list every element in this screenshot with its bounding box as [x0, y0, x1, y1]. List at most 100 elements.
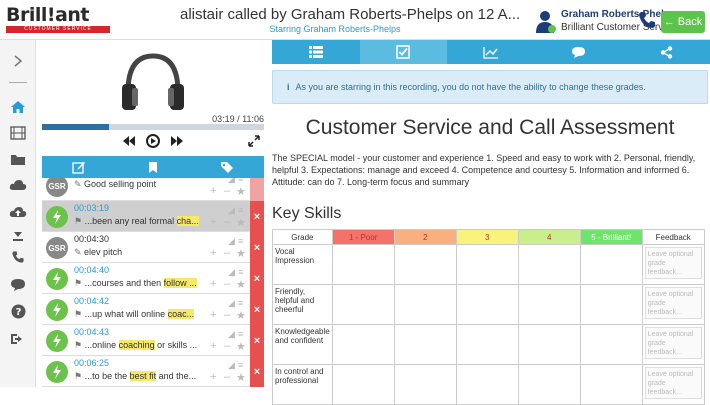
delete-clip-button[interactable]: × — [250, 201, 264, 232]
grade-cell[interactable] — [331, 364, 395, 405]
delete-clip-button[interactable]: × — [250, 294, 264, 325]
volume-icon[interactable]: ◢ — [228, 178, 235, 185]
cloud-upload-icon[interactable] — [8, 202, 28, 220]
grade-cell[interactable] — [331, 284, 395, 325]
clip-time[interactable]: 00:04:30 — [74, 234, 109, 244]
volume-icon[interactable]: ◢ — [228, 298, 235, 309]
list-icon[interactable]: ≡ — [238, 329, 243, 339]
clip-item[interactable]: 00:04:42 ⚑ ...up what will online coac...… — [42, 294, 264, 325]
delete-clip-button[interactable]: × — [250, 232, 264, 263]
play-icon[interactable] — [146, 134, 160, 148]
delete-clip-button[interactable]: × — [250, 325, 264, 356]
star-icon[interactable]: ★ — [236, 278, 246, 291]
grade-cell[interactable] — [393, 364, 457, 405]
star-icon[interactable]: ★ — [236, 371, 246, 384]
playback-progress-bar[interactable] — [42, 124, 264, 130]
plus-icon[interactable]: + — [210, 185, 216, 197]
feedback-input[interactable]: Leave optional grade feedback... — [644, 327, 702, 359]
grade-cell[interactable] — [455, 244, 519, 285]
grade-cell[interactable] — [393, 244, 457, 285]
download-icon[interactable] — [8, 228, 28, 246]
list-icon[interactable]: ≡ — [238, 178, 243, 184]
grade-cell[interactable] — [331, 324, 395, 365]
plus-icon[interactable]: + — [210, 247, 216, 259]
list-icon[interactable]: ≡ — [238, 360, 243, 370]
volume-icon[interactable]: ◢ — [228, 329, 235, 340]
clip-item[interactable]: 00:06:25 ⚑ ...to be the best fit and the.… — [42, 356, 264, 387]
phone-nav-icon[interactable] — [8, 248, 28, 266]
home-icon[interactable] — [8, 98, 28, 116]
tab-share[interactable] — [622, 40, 710, 64]
volume-icon[interactable]: ◢ — [228, 267, 235, 278]
minus-icon[interactable]: – — [224, 247, 230, 259]
feedback-input[interactable]: Leave optional grade feedback... — [644, 247, 702, 279]
plus-icon[interactable]: + — [210, 371, 216, 383]
grade-cell[interactable] — [455, 364, 519, 405]
star-icon[interactable]: ★ — [236, 309, 246, 322]
plus-icon[interactable]: + — [210, 340, 216, 352]
feedback-input[interactable]: Leave optional grade feedback... — [644, 287, 702, 319]
fast-forward-icon[interactable] — [170, 135, 184, 147]
tab-analytics[interactable] — [447, 40, 535, 64]
grade-cell[interactable] — [455, 284, 519, 325]
minus-icon[interactable]: – — [224, 371, 230, 383]
grade-cell[interactable] — [579, 364, 643, 405]
star-icon[interactable]: ★ — [236, 247, 246, 260]
minus-icon[interactable]: – — [224, 216, 230, 228]
plus-icon[interactable]: + — [210, 216, 216, 228]
list-icon[interactable]: ≡ — [238, 298, 243, 308]
tab-comments[interactable] — [535, 40, 623, 64]
delete-clip-button[interactable] — [250, 178, 264, 201]
grade-cell[interactable] — [517, 244, 581, 285]
grade-cell[interactable] — [579, 244, 643, 285]
star-icon[interactable]: ★ — [236, 185, 246, 198]
feedback-input[interactable]: Leave optional grade feedback... — [644, 367, 702, 399]
clip-time[interactable]: 00:06:25 — [74, 358, 109, 368]
grade-cell[interactable] — [517, 324, 581, 365]
plus-icon[interactable]: + — [210, 309, 216, 321]
help-icon[interactable]: ? — [8, 302, 28, 320]
phone-icon[interactable] — [637, 10, 657, 30]
grade-cell[interactable] — [517, 284, 581, 325]
volume-icon[interactable]: ◢ — [228, 236, 235, 247]
sign-out-icon[interactable] — [8, 330, 28, 348]
list-icon[interactable]: ≡ — [238, 205, 243, 215]
expand-chevron-icon[interactable] — [8, 52, 28, 70]
star-icon[interactable]: ★ — [236, 340, 246, 353]
tab-assessment[interactable] — [359, 40, 448, 64]
tags-tab[interactable] — [190, 156, 264, 178]
clip-item[interactable]: GSR 00:04:30 ✎ elev pitch ◢ ≡ + – ★ × — [42, 232, 264, 263]
brand-logo[interactable]: Brill!ant CUSTOMER SERVICE — [6, 4, 112, 34]
grade-cell[interactable] — [393, 284, 457, 325]
star-icon[interactable]: ★ — [236, 216, 246, 229]
volume-icon[interactable]: ◢ — [228, 205, 235, 216]
clip-item[interactable]: GSR ✎ Good selling point ◢ ≡ + – ★ — [42, 178, 264, 201]
chat-icon[interactable] — [8, 276, 28, 294]
clip-time[interactable]: 00:04:43 — [74, 327, 109, 337]
grade-cell[interactable] — [393, 324, 457, 365]
clip-time[interactable]: 00:03:19 — [74, 203, 109, 213]
grade-cell[interactable] — [579, 324, 643, 365]
back-button[interactable]: ← Back — [661, 11, 705, 33]
clip-time[interactable]: 00:04:40 — [74, 265, 109, 275]
clip-time[interactable]: 00:04:42 — [74, 296, 109, 306]
film-icon[interactable] — [8, 124, 28, 142]
expand-icon[interactable] — [248, 135, 260, 147]
plus-icon[interactable]: + — [210, 278, 216, 290]
list-icon[interactable]: ≡ — [238, 267, 243, 277]
clip-item[interactable]: 00:04:40 ⚑ ...courses and then follow ...… — [42, 263, 264, 294]
minus-icon[interactable]: – — [224, 278, 230, 290]
grade-cell[interactable] — [579, 284, 643, 325]
bookmarks-tab[interactable] — [116, 156, 190, 178]
notes-tab[interactable] — [42, 156, 116, 178]
grade-cell[interactable] — [331, 244, 395, 285]
clip-item[interactable]: 00:04:43 ⚑ ...online coaching or skills .… — [42, 325, 264, 356]
clip-item[interactable]: 00:03:19 ⚑ ...been any real formal cha...… — [42, 201, 264, 232]
delete-clip-button[interactable]: × — [250, 356, 264, 387]
folder-icon[interactable] — [8, 150, 28, 168]
delete-clip-button[interactable]: × — [250, 263, 264, 294]
grade-cell[interactable] — [517, 364, 581, 405]
minus-icon[interactable]: – — [224, 185, 230, 197]
grade-cell[interactable] — [455, 324, 519, 365]
cloud-icon[interactable] — [8, 176, 28, 194]
